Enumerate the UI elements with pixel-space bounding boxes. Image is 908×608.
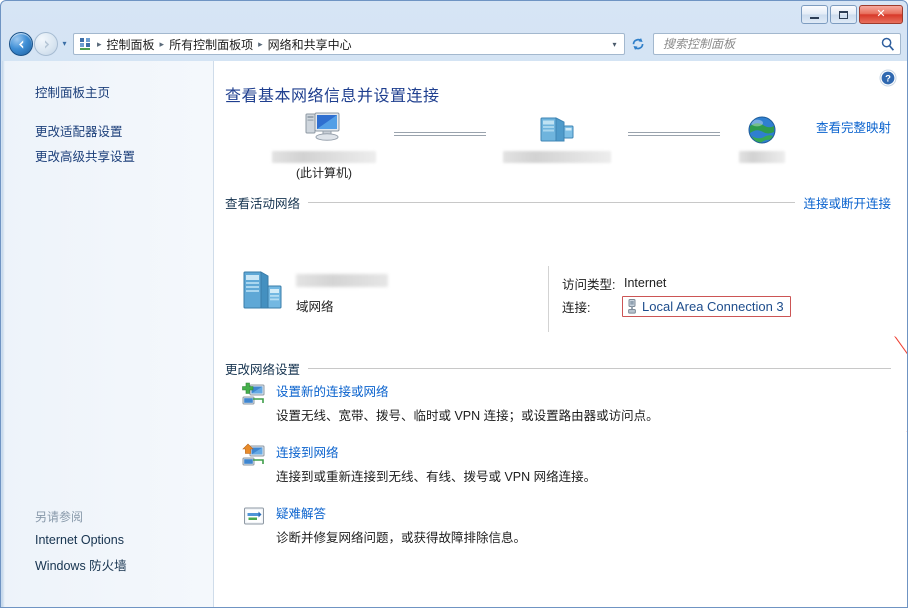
computer-icon	[305, 112, 340, 141]
see-also-heading: 另请参阅	[35, 510, 84, 524]
settings-item-connect-to-network-body: 连接到网络 连接到或重新连接到无线、有线、拨号或 VPN 网络连接。	[276, 442, 596, 485]
control-panel-icon	[80, 38, 90, 50]
annotation-arrow-icon	[894, 335, 907, 355]
network-map-node-server[interactable]	[492, 108, 622, 164]
network-map-node-internet[interactable]	[722, 108, 802, 164]
settings-item-new-connection-body: 设置新的连接或网络 设置无线、宽带、拨号、临时或 VPN 连接；或设置路由器或访…	[276, 381, 659, 424]
breadcrumb-item-0[interactable]: 控制面板	[103, 35, 159, 54]
connections-row: 连接: Local Area Connection 3	[562, 293, 791, 319]
connections-label: 连接:	[562, 300, 591, 315]
connect-or-disconnect-link[interactable]: 连接或断开连接	[803, 193, 891, 212]
network-adapter-icon	[628, 298, 636, 314]
network-map-link-2	[628, 132, 720, 136]
close-icon: ✕	[876, 8, 886, 20]
explorer-window: ✕ ▾ ▸ 控制面板 ▸ 所有控制面板项 ▸ 网络和共享中心 ▾ 搜索控制面板 …	[0, 0, 908, 608]
title-bar: ✕	[1, 1, 907, 27]
server-icon	[540, 117, 574, 142]
network-map-link-1	[394, 132, 486, 136]
connection-highlight-box: Local Area Connection 3	[622, 295, 791, 317]
maximize-icon	[839, 10, 848, 19]
settings-item-troubleshoot-body: 疑难解答 诊断并修复网络问题，或获得故障排除信息。	[276, 503, 526, 546]
back-arrow-icon	[18, 39, 23, 49]
change-settings-header: 更改网络设置	[225, 359, 891, 378]
change-settings-list: 设置新的连接或网络 设置无线、宽带、拨号、临时或 VPN 连接；或设置路由器或访…	[242, 381, 762, 564]
troubleshoot-link[interactable]: 疑难解答	[276, 503, 326, 522]
computer-name-redacted	[272, 151, 376, 163]
sidebar-item-windows-firewall[interactable]: Windows 防火墙	[2, 551, 213, 578]
set-up-new-connection-link[interactable]: 设置新的连接或网络	[276, 381, 389, 400]
back-button[interactable]	[9, 32, 33, 56]
active-network-divider	[548, 266, 549, 332]
refresh-button[interactable]	[627, 33, 649, 55]
local-area-connection-link[interactable]: Local Area Connection 3	[642, 299, 784, 314]
internet-name-redacted	[739, 151, 785, 163]
sidebar-item-control-panel-home[interactable]: 控制面板主页	[2, 79, 213, 104]
page-title: 查看基本网络信息并设置连接	[225, 88, 440, 105]
active-network-names: 域网络	[296, 270, 388, 315]
minimize-button[interactable]	[801, 5, 828, 24]
connect-network-icon	[242, 443, 265, 466]
access-type-label: 访问类型:	[562, 277, 616, 292]
close-button[interactable]: ✕	[859, 5, 903, 24]
active-networks-heading: 查看活动网络	[225, 197, 301, 211]
address-dropdown-icon[interactable]: ▾	[607, 40, 622, 49]
sidebar: 控制面板主页 更改适配器设置 更改高级共享设置 另请参阅 Internet Op…	[2, 61, 214, 607]
search-box[interactable]	[653, 33, 901, 55]
settings-item-connect-to-network[interactable]: 连接到网络 连接到或重新连接到无线、有线、拨号或 VPN 网络连接。	[242, 442, 762, 485]
active-network-type: 域网络	[296, 300, 334, 314]
change-settings-heading: 更改网络设置	[225, 363, 301, 377]
active-network-row: 域网络 访问类型: Internet 连接: Local Area Connec…	[242, 266, 887, 332]
active-network-identity[interactable]: 域网络	[242, 270, 542, 315]
search-input[interactable]	[661, 36, 880, 52]
change-settings-rule	[308, 368, 891, 369]
view-full-map-link[interactable]: 查看完整映射	[816, 117, 891, 136]
navigation-bar: ▾ ▸ 控制面板 ▸ 所有控制面板项 ▸ 网络和共享中心 ▾	[1, 27, 907, 61]
sidebar-item-change-advanced-sharing-settings[interactable]: 更改高级共享设置	[2, 143, 213, 168]
svg-text:?: ?	[885, 74, 891, 85]
network-map-node-computer[interactable]: (此计算机)	[264, 108, 384, 181]
settings-item-troubleshoot[interactable]: 疑难解答 诊断并修复网络问题，或获得故障排除信息。	[242, 503, 762, 546]
settings-item-new-connection[interactable]: 设置新的连接或网络 设置无线、宽带、拨号、临时或 VPN 连接；或设置路由器或访…	[242, 381, 762, 424]
active-network-details: 访问类型: Internet 连接: Local Area Connection…	[562, 273, 791, 319]
breadcrumb-item-2[interactable]: 网络和共享中心	[264, 35, 356, 54]
troubleshoot-icon	[244, 507, 264, 525]
window-controls: ✕	[801, 5, 903, 24]
connect-to-network-link[interactable]: 连接到网络	[276, 442, 339, 461]
active-network-name-redacted	[296, 274, 388, 287]
search-icon	[881, 37, 895, 51]
globe-icon-wrap	[722, 108, 802, 148]
access-type-row: 访问类型: Internet	[562, 273, 791, 293]
address-bar[interactable]: ▸ 控制面板 ▸ 所有控制面板项 ▸ 网络和共享中心 ▾	[73, 33, 625, 55]
window-body: 控制面板主页 更改适配器设置 更改高级共享设置 另请参阅 Internet Op…	[2, 61, 907, 607]
breadcrumb: ▸ 控制面板 ▸ 所有控制面板项 ▸ 网络和共享中心	[96, 35, 607, 54]
domain-network-icon	[243, 271, 282, 309]
set-up-new-connection-description: 设置无线、宽带、拨号、临时或 VPN 连接；或设置路由器或访问点。	[276, 409, 659, 423]
recent-pages-dropdown[interactable]: ▾	[58, 32, 71, 56]
maximize-button[interactable]	[830, 5, 857, 24]
globe-icon	[748, 116, 776, 144]
refresh-icon	[632, 38, 644, 50]
troubleshoot-description: 诊断并修复网络问题，或获得故障排除信息。	[276, 531, 527, 545]
active-networks-rule	[308, 202, 796, 203]
sidebar-item-internet-options[interactable]: Internet Options	[2, 529, 213, 551]
breadcrumb-item-1[interactable]: 所有控制面板项	[165, 35, 257, 54]
forward-button[interactable]	[34, 32, 58, 56]
network-map: (此计算机)	[214, 108, 907, 193]
network-map-node-computer-sublabel: (此计算机)	[296, 166, 352, 180]
sidebar-item-change-adapter-settings[interactable]: 更改适配器设置	[2, 118, 213, 143]
computer-icon-wrap	[264, 108, 384, 148]
server-icon-wrap	[492, 108, 622, 148]
network-name-redacted	[503, 151, 611, 163]
active-networks-header: 查看活动网络 连接或断开连接	[225, 193, 891, 212]
help-icon[interactable]: ?	[879, 69, 897, 87]
sidebar-see-also-section: 另请参阅 Internet Options Windows 防火墙	[2, 506, 213, 578]
new-connection-icon	[242, 382, 265, 405]
connect-to-network-description: 连接到或重新连接到无线、有线、拨号或 VPN 网络连接。	[276, 470, 597, 484]
content-pane: ? 查看基本网络信息并设置连接 (此计算机) 查看完整映射 查看活动网络 连接或…	[214, 61, 907, 607]
forward-arrow-icon	[44, 39, 49, 49]
access-type-value: Internet	[624, 276, 667, 290]
minimize-icon	[810, 16, 819, 19]
